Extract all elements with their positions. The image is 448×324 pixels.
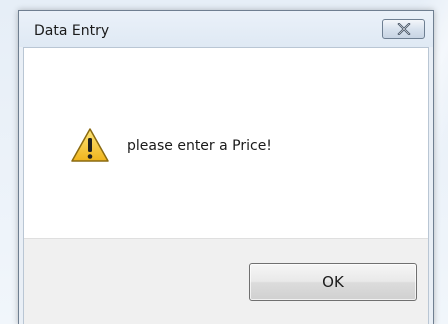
close-button[interactable] — [382, 19, 425, 39]
dialog-button-bar: OK — [24, 238, 428, 324]
dialog-titlebar[interactable]: Data Entry — [19, 11, 433, 47]
dialog-message: please enter a Price! — [127, 138, 272, 154]
warning-icon — [71, 128, 109, 162]
dialog-client-area: please enter a Price! OK — [23, 47, 429, 324]
message-area: please enter a Price! — [24, 48, 428, 238]
dialog-title: Data Entry — [34, 23, 110, 39]
close-icon — [397, 23, 411, 35]
data-entry-dialog: Data Entry please enter a Price! OK — [18, 10, 434, 324]
ok-button[interactable]: OK — [249, 263, 417, 301]
